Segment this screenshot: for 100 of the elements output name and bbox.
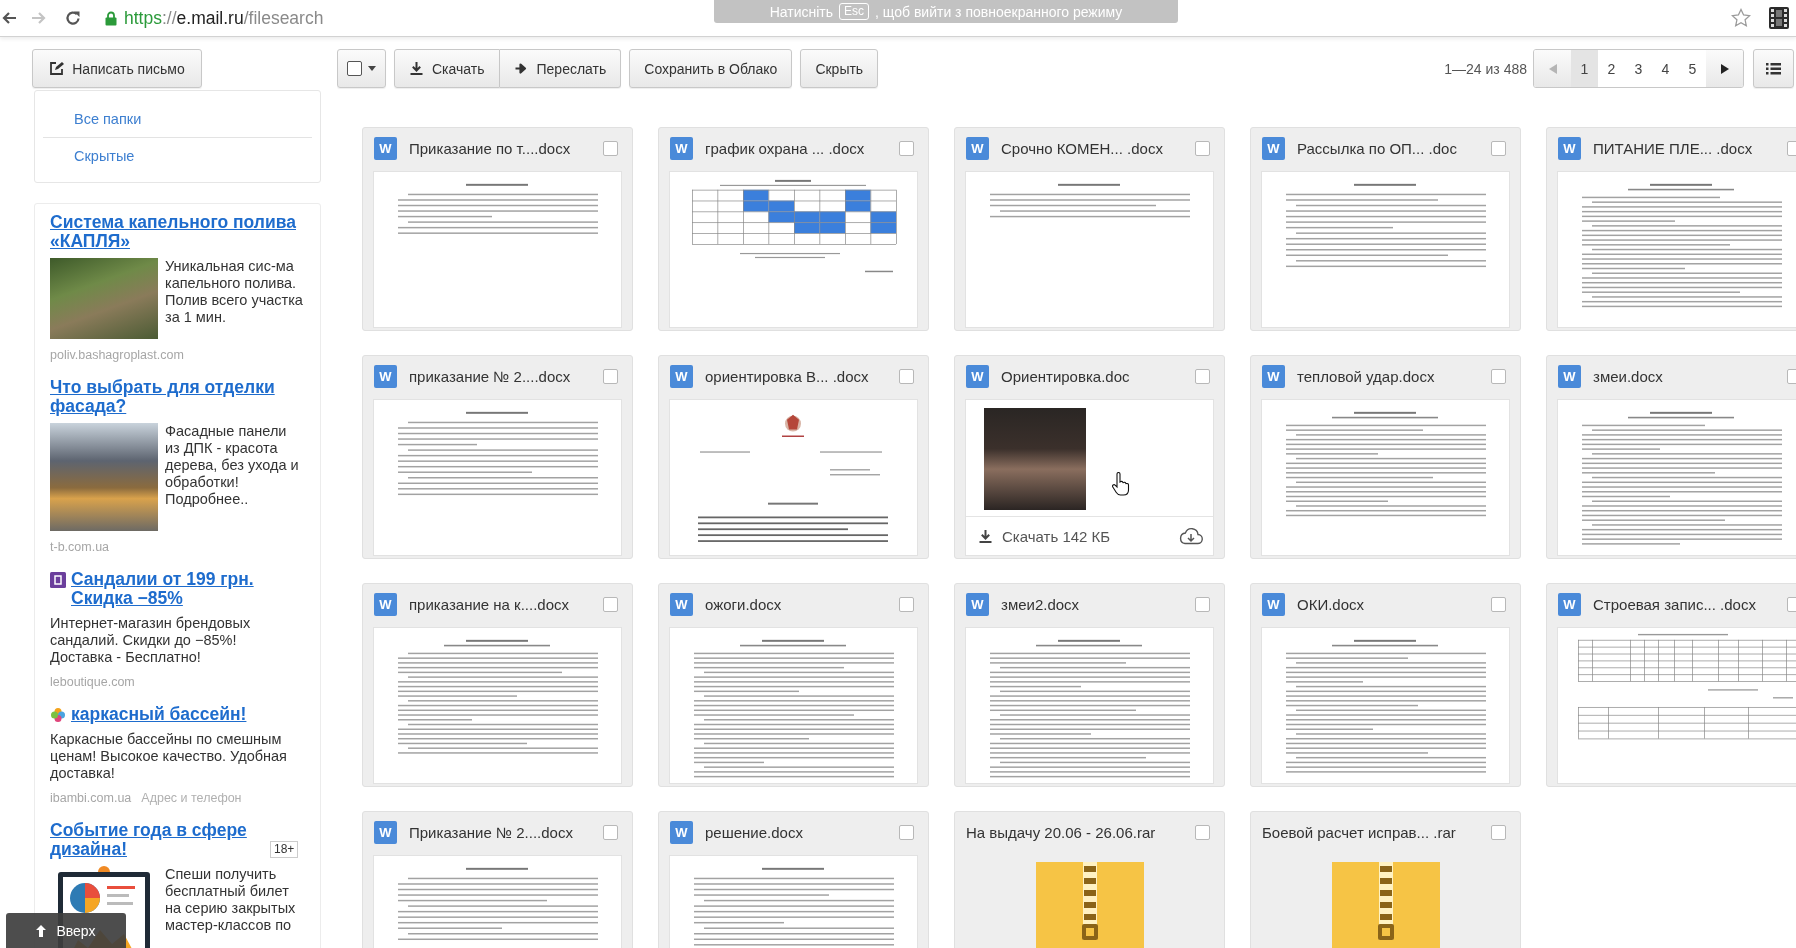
notice-text: , щоб вийти з повноекранного режиму	[875, 3, 1123, 20]
lock-icon	[105, 10, 117, 26]
file-card[interactable]: W ПИТАНИЕ ПЛЕ... .docx	[1546, 127, 1796, 331]
file-type-badge: W	[966, 592, 989, 616]
toolbar-button[interactable]: Переслать	[499, 49, 622, 88]
file-type-badge: W	[1558, 364, 1581, 388]
file-type-badge: W	[670, 592, 693, 616]
file-checkbox[interactable]	[899, 140, 914, 156]
file-card[interactable]: W ориентировка В... .docx	[658, 355, 929, 559]
file-name[interactable]: Приказание № 2....docx	[409, 823, 603, 841]
ad-description: Фасадные панели из ДПК - красота дерева, без ухода и обработки! Подробнее..	[165, 423, 300, 508]
bookmark-star-icon[interactable]	[1731, 8, 1751, 28]
file-card[interactable]: W приказание № 2....docx	[362, 355, 633, 559]
toolbar-button[interactable]: Сохранить в Облако	[629, 49, 793, 88]
page-number-button[interactable]: 1	[1571, 50, 1598, 87]
ad-title-link[interactable]: Сандалии от 199 грн. Скидка −85%	[71, 570, 305, 608]
file-checkbox[interactable]	[603, 824, 618, 840]
pinwheel-icon	[50, 707, 66, 723]
compose-button[interactable]: Написать письмо	[32, 49, 202, 88]
file-name[interactable]: приказание на к....docx	[409, 595, 603, 613]
ad-title-link[interactable]: каркасный бассейн!	[71, 705, 247, 724]
file-name[interactable]: график охрана ... .docx	[705, 139, 899, 157]
file-name[interactable]: змеи.docx	[1593, 367, 1787, 385]
scroll-to-top-button[interactable]: Вверх	[6, 913, 126, 948]
ad-title-link[interactable]: Что выбрать для отделки фасада?	[50, 378, 305, 416]
file-card[interactable]: W змеи.docx	[1546, 355, 1796, 559]
folder-link[interactable]: Все папки	[35, 101, 320, 137]
folder-link[interactable]: Скрытые	[35, 138, 320, 174]
select-all-checkbox[interactable]	[347, 61, 362, 76]
toolbar-button[interactable]: Скачать	[394, 49, 500, 88]
file-name[interactable]: Боевой расчет исправ... .rar	[1262, 823, 1491, 841]
file-name[interactable]: Рассылка по ОП... .doc	[1297, 139, 1491, 157]
file-checkbox[interactable]	[603, 368, 618, 384]
file-card[interactable]: W Ориентировка.doc Скачать 142 КБ	[954, 355, 1225, 559]
cloud-download-icon[interactable]	[1179, 527, 1203, 545]
file-checkbox[interactable]	[603, 596, 618, 612]
file-checkbox[interactable]	[1195, 140, 1210, 156]
edit-icon	[49, 61, 65, 76]
file-card[interactable]: W тепловой удар.docx	[1250, 355, 1521, 559]
url-text[interactable]: https://e.mail.ru/filesearch	[124, 7, 324, 29]
file-checkbox[interactable]	[1195, 824, 1210, 840]
select-menu-button[interactable]	[337, 49, 386, 88]
file-card[interactable]: W ожоги.docx	[658, 583, 929, 787]
file-checkbox[interactable]	[1491, 140, 1506, 156]
file-type-badge: W	[670, 364, 693, 388]
toolbar-button[interactable]: Скрыть	[800, 49, 879, 88]
back-icon[interactable]	[1, 10, 17, 26]
file-type-badge: W	[670, 820, 693, 844]
file-type-badge: W	[374, 820, 397, 844]
ad-title-link[interactable]: Событие года в сфере дизайна!	[50, 821, 265, 859]
file-checkbox[interactable]	[1491, 596, 1506, 612]
file-checkbox[interactable]	[899, 596, 914, 612]
file-name[interactable]: Приказание по т....docx	[409, 139, 603, 157]
file-type-badge: W	[1262, 136, 1285, 160]
ad-domain: t-b.com.ua	[50, 540, 110, 554]
file-name[interactable]: Срочно КОМЕН... .docx	[1001, 139, 1195, 157]
shop-logo-icon	[50, 572, 66, 588]
triangle-right-icon	[1720, 63, 1729, 74]
file-card[interactable]: W Рассылка по ОП... .doc	[1250, 127, 1521, 331]
file-card[interactable]: W приказание на к....docx	[362, 583, 633, 787]
ad-title-link[interactable]: Система капельного полива «КАПЛЯ»	[50, 213, 305, 251]
file-type-badge: W	[1558, 592, 1581, 616]
download-link[interactable]: Скачать 142 КБ	[978, 527, 1111, 545]
file-name[interactable]: ожоги.docx	[705, 595, 899, 613]
file-card[interactable]: На выдачу 20.06 - 26.06.rar	[954, 811, 1225, 948]
file-card[interactable]: W Приказание № 2....docx	[362, 811, 633, 948]
file-checkbox[interactable]	[1195, 596, 1210, 612]
esc-key-hint: Esc	[839, 3, 870, 20]
file-card[interactable]: W Приказание по т....docx	[362, 127, 633, 331]
file-name[interactable]: ориентировка В... .docx	[705, 367, 899, 385]
file-card[interactable]: W змеи2.docx	[954, 583, 1225, 787]
list-view-button[interactable]	[1753, 49, 1794, 88]
file-checkbox[interactable]	[603, 140, 618, 156]
film-strip-icon[interactable]	[1769, 7, 1789, 29]
page-range-text: 1—24 из 488	[1444, 60, 1527, 77]
file-card[interactable]: W Строевая запис... .docx	[1546, 583, 1796, 787]
file-name[interactable]: решение.docx	[705, 823, 899, 841]
file-type-badge: W	[374, 364, 397, 388]
file-card[interactable]: W Срочно КОМЕН... .docx	[954, 127, 1225, 331]
file-card[interactable]: W ОКИ.docx	[1250, 583, 1521, 787]
file-name[interactable]: змеи2.docx	[1001, 595, 1195, 613]
file-name[interactable]: приказание № 2....docx	[409, 367, 603, 385]
file-name[interactable]: ПИТАНИЕ ПЛЕ... .docx	[1593, 139, 1787, 157]
hand-cursor-icon	[1111, 472, 1131, 496]
file-card[interactable]: W решение.docx	[658, 811, 929, 948]
file-checkbox[interactable]	[899, 824, 914, 840]
file-card[interactable]: W график охрана ... .docx	[658, 127, 929, 331]
reload-icon[interactable]	[65, 10, 81, 26]
next-page-button[interactable]	[1706, 50, 1743, 87]
file-name[interactable]: Строевая запис... .docx	[1593, 595, 1787, 613]
file-name[interactable]: тепловой удар.docx	[1297, 367, 1491, 385]
file-checkbox[interactable]	[899, 368, 914, 384]
file-checkbox[interactable]	[1195, 368, 1210, 384]
file-name[interactable]: На выдачу 20.06 - 26.06.rar	[966, 823, 1195, 841]
file-checkbox[interactable]	[1491, 368, 1506, 384]
file-name[interactable]: Ориентировка.doc	[1001, 367, 1195, 385]
file-checkbox[interactable]	[1491, 824, 1506, 840]
download-icon	[409, 61, 424, 76]
file-card[interactable]: Боевой расчет исправ... .rar	[1250, 811, 1521, 948]
file-name[interactable]: ОКИ.docx	[1297, 595, 1491, 613]
